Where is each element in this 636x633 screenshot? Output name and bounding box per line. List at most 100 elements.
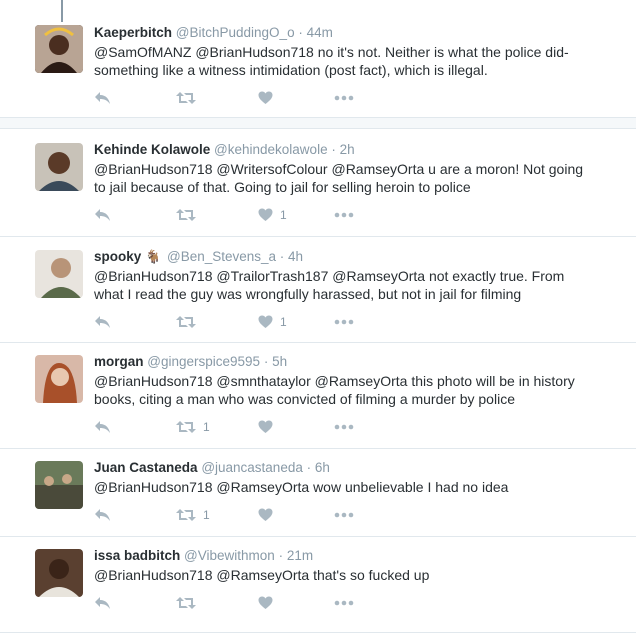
display-name[interactable]: Kaeperbitch — [94, 25, 172, 40]
separator-dot: · — [298, 25, 303, 40]
tweet-text: @BrianHudson718 @RamseyOrta wow unbeliev… — [94, 478, 614, 496]
display-name[interactable]: spooky — [94, 249, 141, 264]
reply-icon — [95, 421, 110, 433]
retweet-button[interactable]: 1 — [176, 506, 210, 524]
timestamp[interactable]: 5h — [272, 354, 287, 369]
retweet-button[interactable]: 1 — [176, 418, 210, 436]
user-avatar-image — [35, 549, 83, 597]
user-avatar-image — [35, 25, 83, 73]
user-handle[interactable]: @Vibewithmon — [184, 548, 275, 563]
timestamp[interactable]: 44m — [307, 25, 333, 40]
tweet-text-line: @SamOfMANZ @BrianHudson718 no it's not. … — [94, 44, 569, 60]
reply-button[interactable] — [94, 206, 111, 224]
more-button[interactable] — [334, 594, 354, 612]
tweet-text-line: @BrianHudson718 @RamseyOrta that's so fu… — [94, 567, 430, 583]
like-count: 1 — [280, 208, 287, 222]
avatar[interactable] — [35, 355, 83, 403]
like-button[interactable] — [258, 418, 280, 436]
tweet-header: Kehinde Kolawole @kehindekolawole · 2h — [94, 142, 355, 157]
more-button[interactable] — [334, 89, 354, 107]
timestamp[interactable]: 6h — [315, 460, 330, 475]
avatar[interactable] — [35, 25, 83, 73]
more-button[interactable] — [334, 313, 354, 331]
tweet[interactable]: issa badbitch @Vibewithmon · 21m @BrianH… — [0, 537, 636, 633]
reply-icon — [95, 509, 110, 521]
tweet-text: @BrianHudson718 @WritersofColour @Ramsey… — [94, 160, 614, 196]
separator-dot: · — [278, 548, 284, 563]
tweet-text: @BrianHudson718 @TrailorTrash187 @Ramsey… — [94, 267, 614, 303]
user-avatar-image — [35, 143, 83, 191]
tweet-text-line: to jail because of that. Going to jail f… — [94, 179, 471, 195]
tweet-text-line: something like a witness intimidation (p… — [94, 62, 488, 78]
reply-button[interactable] — [94, 313, 111, 331]
more-button[interactable] — [334, 418, 354, 436]
user-handle[interactable]: @kehindekolawole — [214, 142, 328, 157]
tweet[interactable]: spooky 🐐 @Ben_Stevens_a · 4h @BrianHudso… — [0, 237, 636, 343]
user-handle[interactable]: @Ben_Stevens_a — [167, 249, 276, 264]
like-icon — [258, 420, 273, 433]
like-icon — [258, 596, 273, 609]
avatar[interactable] — [35, 549, 83, 597]
like-button[interactable] — [258, 506, 280, 524]
user-avatar-image — [35, 461, 83, 509]
separator-dot: · — [331, 142, 336, 157]
retweet-icon — [176, 421, 196, 433]
like-button[interactable] — [258, 594, 280, 612]
like-icon — [258, 208, 273, 221]
more-button[interactable] — [334, 506, 354, 524]
like-button[interactable] — [258, 89, 280, 107]
tweet-header: Juan Castaneda @juancastaneda · 6h — [94, 460, 330, 475]
tweet-header: spooky 🐐 @Ben_Stevens_a · 4h — [94, 249, 303, 265]
user-handle[interactable]: @juancastaneda — [201, 460, 303, 475]
retweet-button[interactable] — [176, 206, 203, 224]
avatar[interactable] — [35, 143, 83, 191]
more-icon — [334, 95, 354, 101]
separator-dot: · — [279, 249, 285, 264]
user-handle[interactable]: @gingerspice9595 — [147, 354, 260, 369]
more-button[interactable] — [334, 206, 354, 224]
tweet[interactable]: Juan Castaneda @juancastaneda · 6h @Bria… — [0, 449, 636, 537]
user-handle[interactable]: @BitchPuddingO_o — [176, 25, 295, 40]
tweet[interactable]: Kaeperbitch @BitchPuddingO_o · 44m @SamO… — [0, 0, 636, 117]
user-avatar-image — [35, 250, 83, 298]
tweet-text: @BrianHudson718 @RamseyOrta that's so fu… — [94, 566, 614, 584]
display-name[interactable]: Kehinde Kolawole — [94, 142, 210, 157]
tweet[interactable]: Kehinde Kolawole @kehindekolawole · 2h @… — [0, 128, 636, 237]
reply-button[interactable] — [94, 418, 111, 436]
reply-button[interactable] — [94, 89, 111, 107]
tweet[interactable]: morgan @gingerspice9595 · 5h @BrianHudso… — [0, 343, 636, 449]
retweet-count: 1 — [203, 508, 210, 522]
retweet-button[interactable] — [176, 594, 203, 612]
tweet-text-line: @BrianHudson718 @smnthataylor @RamseyOrt… — [94, 373, 575, 389]
like-icon — [258, 508, 273, 521]
like-button[interactable]: 1 — [258, 313, 287, 331]
reply-icon — [95, 597, 110, 609]
timestamp[interactable]: 4h — [288, 249, 303, 264]
more-icon — [334, 600, 354, 606]
tweet-header: Kaeperbitch @BitchPuddingO_o · 44m — [94, 25, 333, 40]
like-icon — [258, 315, 273, 328]
reply-button[interactable] — [94, 594, 111, 612]
reply-icon — [95, 316, 110, 328]
retweet-icon — [176, 509, 196, 521]
display-name[interactable]: issa badbitch — [94, 548, 180, 563]
tweet-actions: 1 — [94, 506, 394, 524]
reply-icon — [95, 92, 110, 104]
display-name[interactable]: morgan — [94, 354, 144, 369]
retweet-button[interactable] — [176, 313, 203, 331]
reply-icon — [95, 209, 110, 221]
timestamp[interactable]: 21m — [287, 548, 313, 563]
goat-emoji-icon: 🐐 — [145, 249, 162, 264]
like-icon — [258, 91, 273, 104]
avatar[interactable] — [35, 461, 83, 509]
timestamp[interactable]: 2h — [340, 142, 355, 157]
more-icon — [334, 319, 354, 325]
tweet-header: morgan @gingerspice9595 · 5h — [94, 354, 287, 369]
avatar[interactable] — [35, 250, 83, 298]
user-avatar-image — [35, 355, 83, 403]
tweet-actions: 1 — [94, 418, 394, 436]
like-button[interactable]: 1 — [258, 206, 287, 224]
retweet-button[interactable] — [176, 89, 203, 107]
reply-button[interactable] — [94, 506, 111, 524]
display-name[interactable]: Juan Castaneda — [94, 460, 198, 475]
